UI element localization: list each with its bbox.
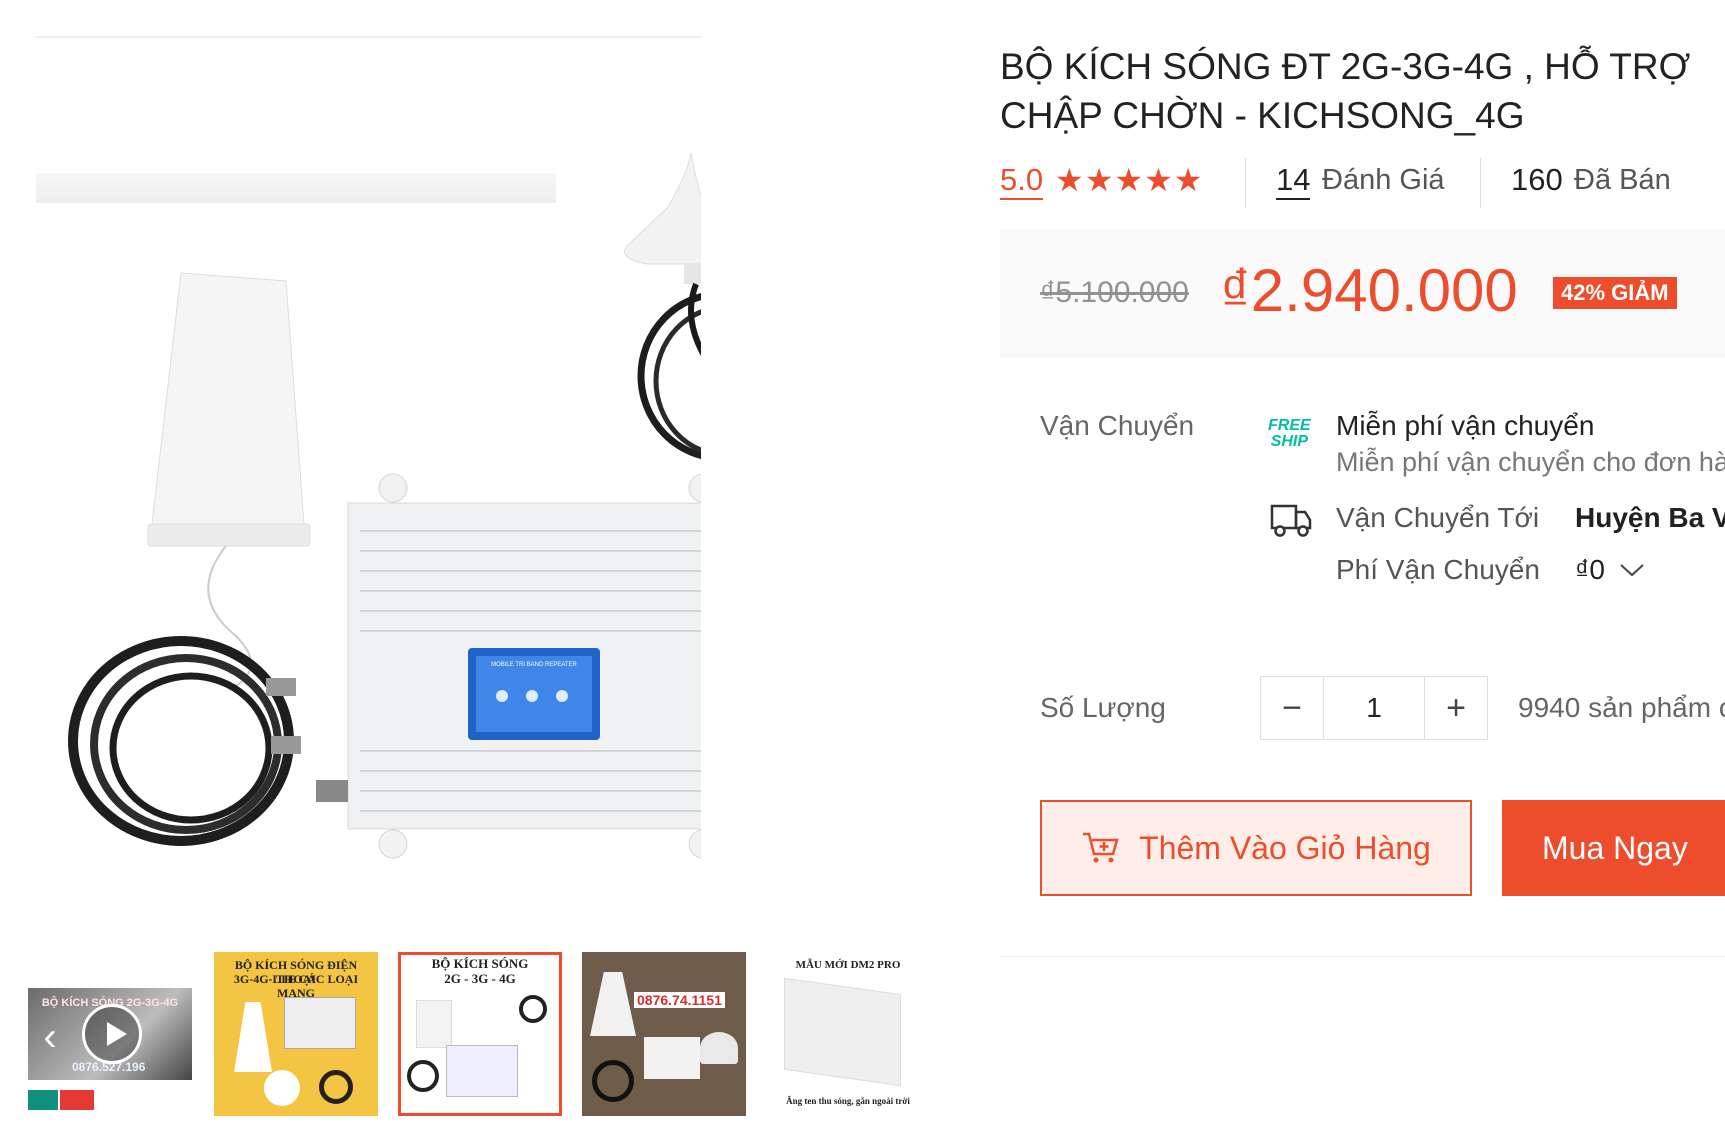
gallery-prev-button[interactable]: ‹ xyxy=(28,1012,72,1062)
freeship-badge-strip xyxy=(28,1090,94,1110)
thumbnail-strip: BỘ KÍCH SÓNG 2G-3G-4G 0876.527.196 BỘ KÍ… xyxy=(28,952,930,1117)
thumb-4-phone: 0876.74.1151 xyxy=(634,992,725,1008)
rating-score[interactable]: 5.0 xyxy=(1000,162,1044,200)
thumb-3-box xyxy=(446,1045,518,1097)
thumb-4-antenna xyxy=(590,972,636,1036)
thumb-3-coil-2 xyxy=(407,1060,439,1092)
sold-count: 160 xyxy=(1511,162,1563,197)
thumb-5-footer: Ăng ten thu sóng, gắn ngoài trời xyxy=(786,1096,910,1106)
quantity-stepper: − + xyxy=(1260,676,1488,740)
cart-icon xyxy=(1083,832,1119,863)
freeship-subtitle: Miễn phí vận chuyển cho đơn hà xyxy=(1336,447,1725,477)
thumb-2-caption-line2: 3G-4G-LTE CÁC LOẠI MẠNG xyxy=(233,972,359,1000)
shipping-fee-dropdown[interactable]: ₫0 xyxy=(1575,552,1645,588)
review-count[interactable]: 14 xyxy=(1276,162,1311,200)
thumb-2-antenna xyxy=(234,1002,272,1072)
price-section: ₫5.100.000 ₫2.940.000 42% GIẢM xyxy=(1000,229,1725,359)
product-stats: 5.0 ★★★★★ 14 Đánh Giá 160 Đã Bán xyxy=(1000,158,1725,210)
quantity-input[interactable] xyxy=(1323,677,1425,739)
sold-label: Đã Bán xyxy=(1574,164,1671,196)
quantity-decrease-button[interactable]: − xyxy=(1261,677,1324,739)
thumb-4-box xyxy=(644,1037,700,1079)
chevron-left-icon: ‹ xyxy=(43,1014,57,1059)
ship-to-label: Vận Chuyển Tới xyxy=(1336,502,1540,533)
buy-now-button[interactable]: Mua Ngay xyxy=(1502,800,1725,896)
shipping-fee-value: ₫0 xyxy=(1575,554,1605,585)
thumb-3-caption-line2: 2G - 3G - 4G xyxy=(444,971,516,986)
stats-divider xyxy=(1480,158,1481,208)
thumb-5-panel xyxy=(784,977,901,1087)
add-to-cart-label: Thêm Vào Giỏ Hàng xyxy=(1139,829,1431,866)
thumbnail-2[interactable]: BỘ KÍCH SÓNG ĐIỆN THOẠI 3G-4G-LTE CÁC LO… xyxy=(214,952,378,1116)
product-title: BỘ KÍCH SÓNG ĐT 2G-3G-4G , HỖ TRỢ CHẬP C… xyxy=(1000,42,1725,140)
thumb-4-coil xyxy=(592,1060,634,1102)
product-title-line2: CHẬP CHỜN - KICHSONG_4G xyxy=(1000,95,1525,136)
shipping-fee-label: Phí Vận Chuyển xyxy=(1336,554,1540,585)
thumbnail-4[interactable]: 0876.74.1151 xyxy=(582,952,746,1116)
thumb-2-box xyxy=(284,997,356,1049)
current-price: ₫2.940.000 xyxy=(1220,257,1518,324)
quantity-increase-button[interactable]: + xyxy=(1424,677,1487,739)
buy-now-label: Mua Ngay xyxy=(1542,829,1688,866)
dome-connector xyxy=(684,264,701,284)
thumbnail-5[interactable]: MẪU MỚI DM2 PRO Ăng ten thu sóng, gắn ng… xyxy=(766,952,930,1116)
quantity-label: Số Lượng xyxy=(1040,692,1166,723)
product-photo: MOBILE TRI BAND REPEATER xyxy=(68,152,701,859)
chevron-down-icon xyxy=(1620,564,1644,577)
video-play-icon[interactable] xyxy=(82,1004,142,1064)
thumb-3-antenna xyxy=(416,1000,452,1048)
ship-to-location[interactable]: Huyện Ba V xyxy=(1575,500,1725,536)
freeship-line2: SHIP xyxy=(1270,433,1308,450)
star-rating-icon: ★★★★★ xyxy=(1055,162,1204,198)
thumb-2-coil xyxy=(319,1070,353,1104)
thumb-5-caption: MẪU MỚI DM2 PRO xyxy=(795,959,901,971)
truck-icon xyxy=(1270,504,1312,537)
shipping-label: Vận Chuyển xyxy=(1040,410,1195,441)
add-to-cart-button[interactable]: Thêm Vào Giỏ Hàng xyxy=(1040,800,1472,896)
freeship-title: Miễn phí vận chuyển xyxy=(1336,410,1595,441)
panel-label: MOBILE TRI BAND REPEATER xyxy=(491,662,577,668)
stock-count: 9940 sản phẩm c xyxy=(1518,692,1725,723)
original-price: ₫5.100.000 xyxy=(1040,276,1189,309)
product-title-line1: BỘ KÍCH SÓNG ĐT 2G-3G-4G , HỖ TRỢ xyxy=(1000,46,1691,87)
freeship-line1: FREE xyxy=(1268,417,1311,434)
thumb-3-caption-line1: BỘ KÍCH SÓNG xyxy=(431,956,529,971)
thumb-2-dome xyxy=(264,1070,300,1106)
discount-badge: 42% GIẢM xyxy=(1553,277,1677,309)
stats-divider xyxy=(1245,158,1246,208)
main-product-image[interactable]: MOBILE TRI BAND REPEATER xyxy=(36,36,701,901)
thumb-3-coil xyxy=(519,995,547,1023)
section-divider xyxy=(1000,956,1725,957)
thumb-4-dome xyxy=(700,1032,738,1064)
review-label: Đánh Giá xyxy=(1322,164,1445,196)
thumbnail-3[interactable]: BỘ KÍCH SÓNG 2G - 3G - 4G xyxy=(398,952,562,1116)
freeship-icon: FREE SHIP xyxy=(1268,418,1311,450)
